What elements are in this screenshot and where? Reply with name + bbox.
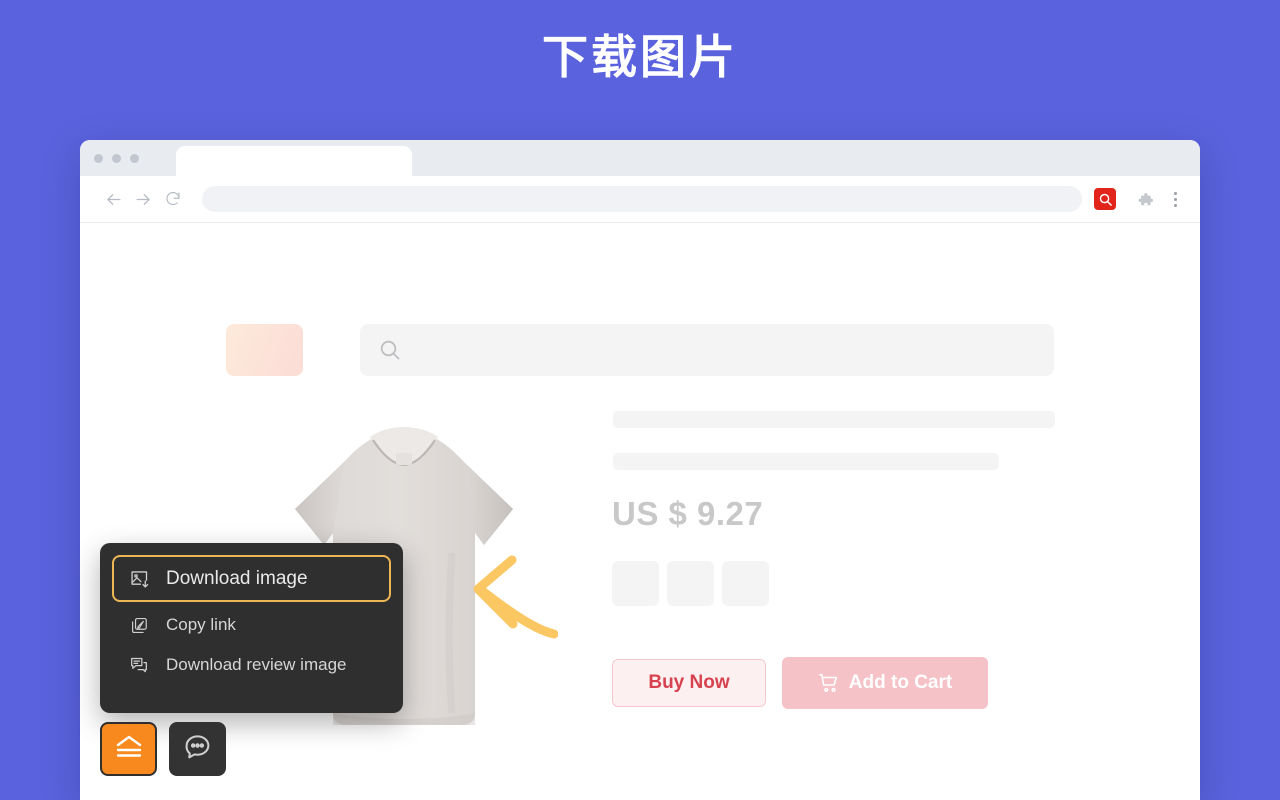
browser-tab-strip: [80, 140, 1200, 176]
variant-swatch[interactable]: [722, 561, 769, 606]
chat-button[interactable]: [169, 722, 226, 776]
copy-link-icon: [128, 616, 150, 635]
variant-swatch[interactable]: [667, 561, 714, 606]
shopping-cart-icon: [818, 672, 840, 694]
menu-item-download-image[interactable]: Download image: [112, 555, 391, 602]
kebab-dot-3: [1173, 203, 1177, 207]
close-window-dot[interactable]: [94, 153, 103, 163]
browser-toolbar: [80, 176, 1200, 223]
kebab-menu-icon[interactable]: [1164, 186, 1186, 212]
menu-item-copy-link[interactable]: Copy link: [112, 605, 391, 645]
reload-button[interactable]: [158, 184, 188, 214]
add-to-cart-label: Add to Cart: [848, 672, 953, 693]
add-to-cart-button[interactable]: Add to Cart: [782, 657, 988, 709]
chat-bubble-icon: [183, 732, 212, 766]
floating-action-buttons: [100, 722, 226, 776]
reload-icon: [164, 190, 182, 208]
product-price: US $ 9.27: [612, 495, 764, 532]
product-title-placeholder-2: [613, 453, 999, 470]
search-extension-icon[interactable]: [1094, 188, 1116, 210]
product-variant-swatches[interactable]: [612, 561, 769, 606]
variant-swatch[interactable]: [612, 561, 659, 606]
kebab-dot-1: [1173, 191, 1177, 195]
kebab-dot-2: [1173, 197, 1177, 201]
eject-upload-icon: [114, 734, 144, 765]
menu-item-label: Copy link: [166, 615, 236, 634]
puzzle-icon[interactable]: [1132, 186, 1158, 212]
menu-item-label: Download review image: [166, 655, 347, 674]
maximize-window-dot[interactable]: [130, 153, 139, 163]
product-title-placeholder-1: [613, 411, 1055, 428]
address-bar[interactable]: [202, 186, 1082, 212]
search-icon: [378, 338, 402, 362]
image-context-menu: Download image Copy link Download review…: [100, 543, 403, 713]
forward-button[interactable]: [128, 184, 158, 214]
minimize-window-dot[interactable]: [112, 153, 121, 163]
browser-tab-active[interactable]: [176, 146, 412, 176]
site-search-input[interactable]: [360, 324, 1054, 376]
back-button[interactable]: [98, 184, 128, 214]
arrow-right-icon: [134, 190, 153, 209]
page-title: 下载图片: [542, 31, 738, 83]
menu-item-download-review-image[interactable]: Download review image: [112, 645, 391, 685]
window-traffic-lights[interactable]: [94, 153, 164, 163]
product-cta-row: Buy Now Add to Cart: [612, 657, 988, 709]
site-logo[interactable]: [226, 324, 303, 376]
upload-button[interactable]: [100, 722, 157, 776]
image-download-icon: [128, 568, 150, 589]
menu-item-label: Download image: [166, 567, 308, 589]
review-image-icon: [128, 655, 150, 675]
arrow-left-icon: [104, 190, 123, 209]
buy-now-button[interactable]: Buy Now: [612, 659, 766, 707]
